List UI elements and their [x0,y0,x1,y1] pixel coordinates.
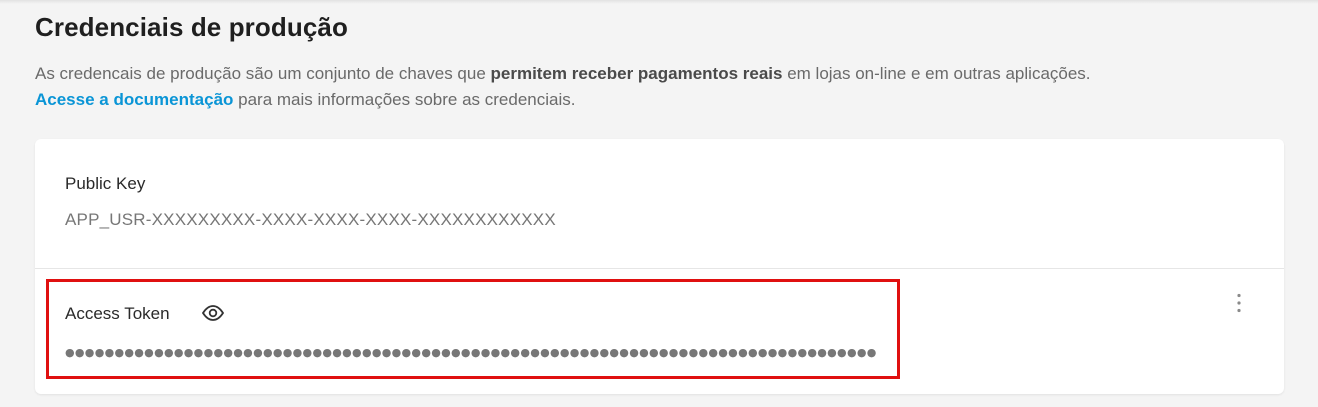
public-key-label: Public Key [65,174,146,193]
divider [35,268,1284,269]
top-shadow [0,0,1318,4]
description-text: As credencais de produção são um conjunt… [35,64,491,83]
page-title: Credenciais de produção [35,12,348,42]
access-token-highlight-box [46,279,900,379]
description: As credencais de produção são um conjunt… [35,61,1295,113]
public-key-value[interactable]: APP_USR-XXXXXXXXX-XXXX-XXXX-XXXX-XXXXXXX… [65,210,556,230]
description-bold-text: permitem receber pagamentos reais [490,64,783,83]
documentation-link[interactable]: Acesse a documentação [35,90,233,109]
description-text-end: em lojas on-line e em outras aplicações. [782,64,1091,83]
description-link-suffix: para mais informações sobre as credencia… [233,90,576,109]
more-vertical-icon[interactable] [1227,291,1251,315]
